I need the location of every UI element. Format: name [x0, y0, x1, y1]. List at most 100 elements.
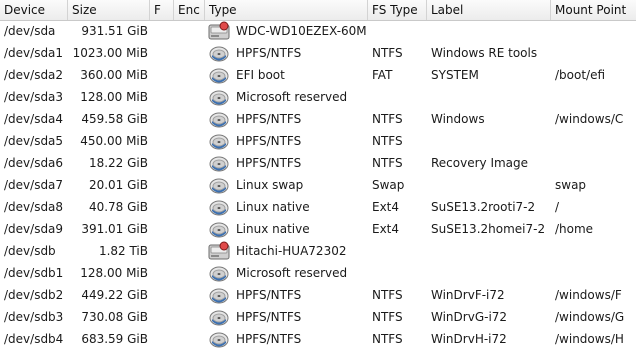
column-header-label[interactable]: Label	[427, 0, 551, 20]
size-cell: 1023.00 MiB	[72, 46, 148, 60]
fstype-cell: Ext4	[372, 200, 400, 214]
label-cell	[431, 240, 553, 262]
type-cell: HPFS/NTFS	[236, 46, 302, 60]
type-cell: Microsoft reserved	[236, 266, 348, 280]
fstype-cell: NTFS	[372, 134, 403, 148]
device-cell: /dev/sdb	[4, 244, 56, 258]
device-cell: /dev/sda4	[4, 112, 64, 126]
table-row[interactable]: /dev/sda3 128.00 MiB Microsoft reserved	[0, 86, 636, 108]
column-header-fstype[interactable]: FS Type	[368, 0, 427, 20]
size-cell: 128.00 MiB	[80, 90, 148, 104]
size-cell: 730.08 GiB	[81, 310, 148, 324]
mount-point-cell: /	[555, 200, 560, 214]
label-cell: Windows RE tools	[431, 46, 538, 60]
table-row[interactable]: /dev/sda9 391.01 GiB Linux native Ext4 SuSE1…	[0, 218, 636, 240]
fstype-cell: NTFS	[372, 332, 403, 346]
column-header-mount-point[interactable]: Mount Point	[551, 0, 636, 20]
table-row[interactable]: /dev/sda6 18.22 GiB HPFS/NTFS NTFS Recovery …	[0, 152, 636, 174]
table-row[interactable]: /dev/sdb 1.82 TiB Hitachi-HUA72302	[0, 240, 636, 262]
table-row[interactable]: /dev/sdb2 449.22 GiB HPFS/NTFS NTFS WinDrvF-…	[0, 284, 636, 306]
partition-icon	[208, 329, 230, 349]
table-row[interactable]: /dev/sda7 20.01 GiB Linux swap Swap swap	[0, 174, 636, 196]
mount-point-cell	[555, 42, 636, 64]
type-cell: HPFS/NTFS	[236, 332, 302, 346]
label-cell: WinDrvF-i72	[431, 288, 505, 302]
mount-point-cell: /boot/efi	[555, 68, 606, 82]
mount-point-cell: /windows/C	[555, 112, 624, 126]
partition-icon	[208, 219, 230, 239]
partition-icon	[208, 307, 230, 327]
device-cell: /dev/sda2	[4, 68, 64, 82]
type-cell: EFI boot	[236, 68, 285, 82]
type-cell: HPFS/NTFS	[236, 288, 302, 302]
fstype-cell	[372, 262, 428, 284]
type-cell: HPFS/NTFS	[236, 310, 302, 324]
table-header: Device Size F Enc Type FS Type Label Mou…	[0, 0, 636, 21]
column-header-flags[interactable]: F	[150, 0, 174, 20]
mount-point-cell	[555, 130, 636, 152]
mount-point-cell	[555, 20, 636, 42]
size-cell: 459.58 GiB	[81, 112, 148, 126]
fstype-cell: FAT	[372, 68, 393, 82]
type-cell: HPFS/NTFS	[236, 134, 302, 148]
type-cell: Linux swap	[236, 178, 304, 192]
label-cell	[431, 20, 553, 42]
partition-icon	[208, 175, 230, 195]
hard-disk-icon	[208, 21, 230, 41]
size-cell: 450.00 MiB	[80, 134, 148, 148]
device-cell: /dev/sda	[4, 24, 56, 38]
hard-disk-icon	[208, 241, 230, 261]
label-cell: SuSE13.2homei7-2	[431, 222, 546, 236]
mount-point-cell: swap	[555, 178, 587, 192]
device-cell: /dev/sda3	[4, 90, 64, 104]
fstype-cell: Swap	[372, 178, 405, 192]
size-cell: 391.01 GiB	[81, 222, 148, 236]
partition-icon	[208, 285, 230, 305]
table-row[interactable]: /dev/sda 931.51 GiB WDC-WD10EZEX-60M	[0, 20, 636, 42]
mount-point-cell: /windows/F	[555, 288, 622, 302]
column-header-type[interactable]: Type	[205, 0, 368, 20]
fstype-cell: NTFS	[372, 46, 403, 60]
label-cell	[431, 174, 553, 196]
label-cell	[431, 262, 553, 284]
type-cell: HPFS/NTFS	[236, 112, 302, 126]
column-header-device[interactable]: Device	[0, 0, 68, 20]
type-cell: Microsoft reserved	[236, 90, 348, 104]
table-row[interactable]: /dev/sda8 40.78 GiB Linux native Ext4 SuSE13…	[0, 196, 636, 218]
device-cell: /dev/sdb3	[4, 310, 64, 324]
label-cell	[431, 130, 553, 152]
size-cell: 20.01 GiB	[88, 178, 148, 192]
fstype-cell	[372, 20, 428, 42]
table-row[interactable]: /dev/sda4 459.58 GiB HPFS/NTFS NTFS Windows /…	[0, 108, 636, 130]
mount-point-cell	[555, 240, 636, 262]
column-header-enc[interactable]: Enc	[174, 0, 205, 20]
type-cell: Hitachi-HUA72302	[236, 244, 347, 258]
table-row[interactable]: /dev/sda2 360.00 MiB EFI boot FAT SYSTEM/boo…	[0, 64, 636, 86]
table-row[interactable]: /dev/sdb4 683.59 GiB HPFS/NTFS NTFS WinDrvH-…	[0, 328, 636, 350]
device-cell: /dev/sda6	[4, 156, 64, 170]
label-cell: WinDrvH-i72	[431, 332, 507, 346]
mount-point-cell: /windows/H	[555, 332, 624, 346]
label-cell: SuSE13.2rooti7-2	[431, 200, 536, 214]
fstype-cell: NTFS	[372, 156, 403, 170]
size-cell: 1.82 TiB	[98, 244, 148, 258]
fstype-cell: NTFS	[372, 112, 403, 126]
label-cell: WinDrvG-i72	[431, 310, 508, 324]
table-row[interactable]: /dev/sda1 1023.00 MiB HPFS/NTFS NTFS Windows…	[0, 42, 636, 64]
table-row[interactable]: /dev/sdb1 128.00 MiB Microsoft reserved	[0, 262, 636, 284]
partition-icon	[208, 131, 230, 151]
partition-icon	[208, 65, 230, 85]
column-header-size[interactable]: Size	[68, 0, 150, 20]
device-cell: /dev/sdb4	[4, 332, 64, 346]
table-row[interactable]: /dev/sdb3 730.08 GiB HPFS/NTFS NTFS WinDrvG-…	[0, 306, 636, 328]
device-cell: /dev/sda7	[4, 178, 64, 192]
fstype-cell: NTFS	[372, 310, 403, 324]
size-cell: 683.59 GiB	[81, 332, 148, 346]
device-cell: /dev/sda9	[4, 222, 64, 236]
size-cell: 449.22 GiB	[81, 288, 148, 302]
size-cell: 40.78 GiB	[88, 200, 148, 214]
fstype-cell	[372, 86, 428, 108]
size-cell: 931.51 GiB	[81, 24, 148, 38]
table-row[interactable]: /dev/sda5 450.00 MiB HPFS/NTFS NTFS	[0, 130, 636, 152]
partition-icon	[208, 263, 230, 283]
